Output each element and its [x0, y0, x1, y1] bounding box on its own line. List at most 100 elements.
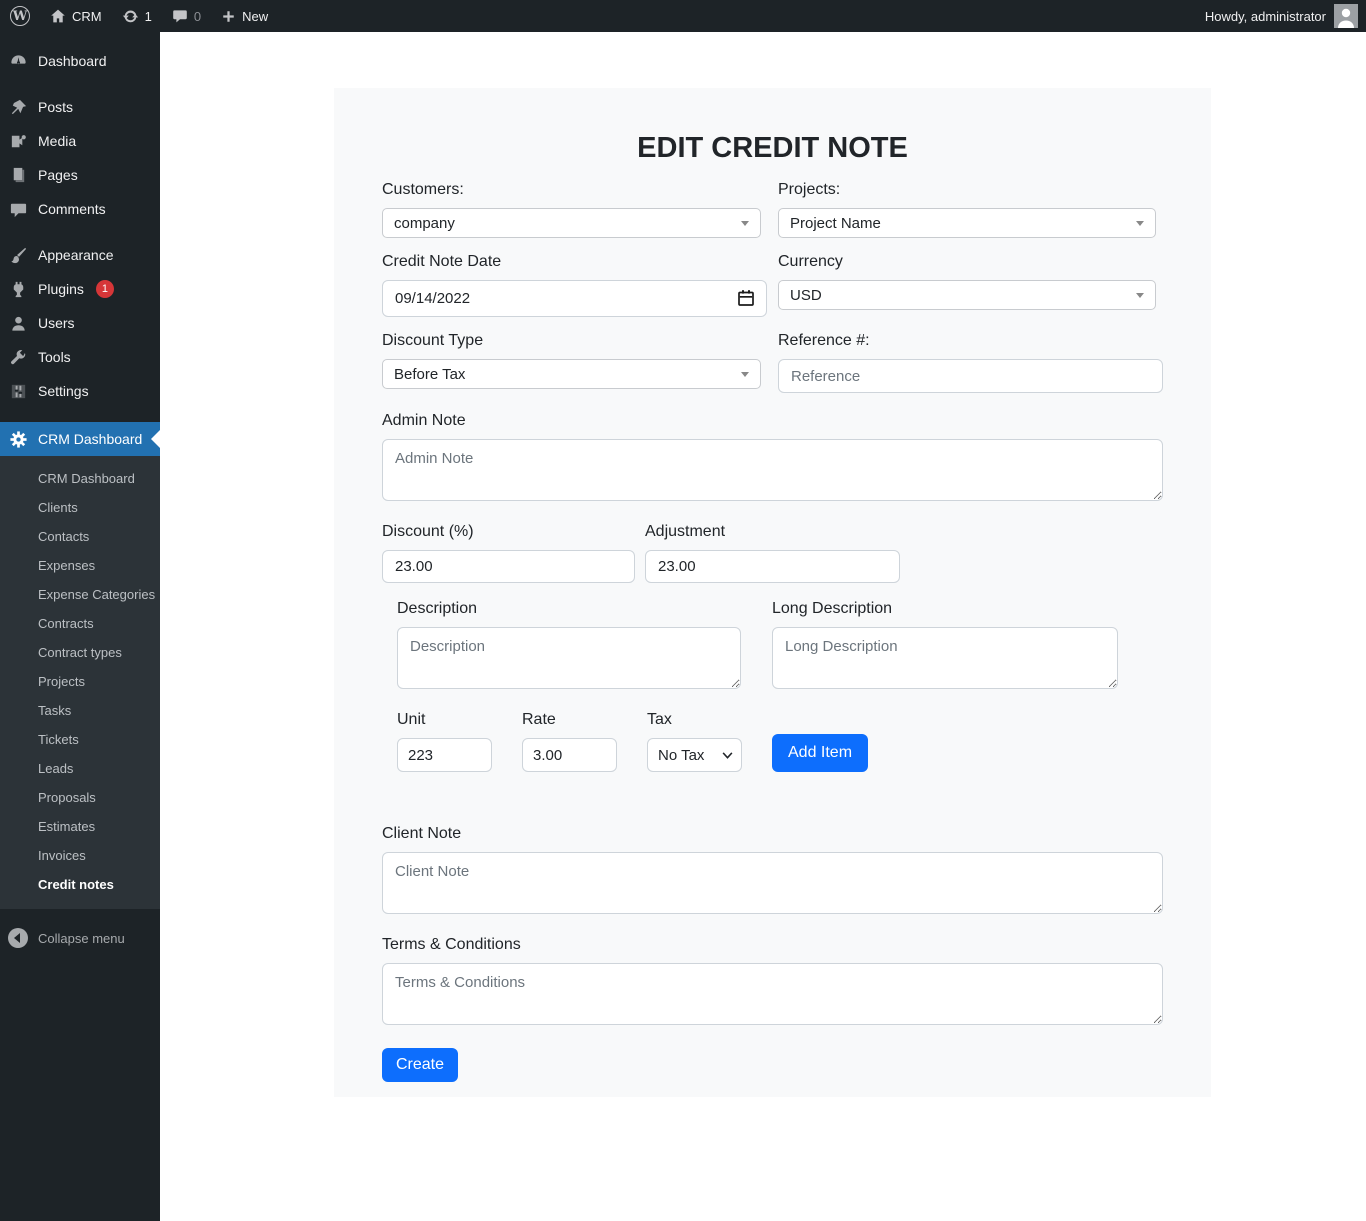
sidebar-label: Settings	[38, 383, 89, 399]
rate-label: Rate	[522, 710, 617, 730]
discount-type-label: Discount Type	[382, 331, 761, 351]
sidebar-item-posts[interactable]: Posts	[0, 90, 160, 124]
chevron-down-icon	[741, 221, 749, 226]
sidebar-item-dashboard[interactable]: Dashboard	[0, 44, 160, 78]
sidebar-item-users[interactable]: Users	[0, 306, 160, 340]
sidebar-item-pages[interactable]: Pages	[0, 158, 160, 192]
submenu-item-tickets[interactable]: Tickets	[0, 725, 160, 754]
tax-value: No Tax	[658, 747, 704, 764]
currency-select[interactable]: USD	[778, 280, 1156, 310]
projects-select[interactable]: Project Name	[778, 208, 1156, 238]
submenu-item-contract-types[interactable]: Contract types	[0, 638, 160, 667]
terms-textarea[interactable]	[382, 963, 1163, 1025]
user-icon	[8, 313, 28, 333]
submenu-item-invoices[interactable]: Invoices	[0, 841, 160, 870]
dashboard-icon	[8, 51, 28, 71]
unit-label: Unit	[397, 710, 492, 730]
sidebar-item-settings[interactable]: Settings	[0, 374, 160, 408]
comment-icon	[8, 199, 28, 219]
sidebar-label: Comments	[38, 201, 106, 217]
plus-icon	[221, 9, 236, 24]
collapse-menu-button[interactable]: Collapse menu	[0, 921, 160, 955]
site-name-link[interactable]: CRM	[40, 0, 112, 32]
plugins-update-badge: 1	[96, 280, 114, 298]
submenu-item-expenses[interactable]: Expenses	[0, 551, 160, 580]
calendar-icon[interactable]	[736, 288, 756, 313]
sidebar-item-media[interactable]: Media	[0, 124, 160, 158]
media-icon	[8, 131, 28, 151]
new-label: New	[242, 9, 268, 24]
submenu-item-tasks[interactable]: Tasks	[0, 696, 160, 725]
submenu-item-estimates[interactable]: Estimates	[0, 812, 160, 841]
avatar[interactable]	[1334, 4, 1358, 28]
updates-icon	[122, 8, 139, 25]
submenu-item-contracts[interactable]: Contracts	[0, 609, 160, 638]
customers-label: Customers:	[382, 180, 761, 200]
submenu-item-projects[interactable]: Projects	[0, 667, 160, 696]
sidebar-label: Media	[38, 133, 76, 149]
discount-type-value: Before Tax	[394, 366, 465, 383]
comments-count: 0	[194, 9, 201, 24]
collapse-menu-label: Collapse menu	[38, 931, 125, 946]
wordpress-logo-icon: W	[10, 6, 30, 26]
adjustment-label: Adjustment	[645, 522, 900, 542]
site-name-label: CRM	[72, 9, 102, 24]
discount-pct-input[interactable]	[382, 550, 635, 583]
description-textarea[interactable]	[397, 627, 741, 689]
customers-value: company	[394, 215, 455, 232]
long-description-textarea[interactable]	[772, 627, 1118, 689]
credit-note-date-input[interactable]	[382, 280, 767, 317]
reference-input[interactable]	[778, 359, 1163, 393]
wordpress-menu-button[interactable]: W	[0, 0, 40, 32]
submenu-item-clients[interactable]: Clients	[0, 493, 160, 522]
admin-bar: W CRM 1 0 New Howdy, administ	[0, 0, 1366, 32]
currency-value: USD	[790, 287, 822, 304]
submenu-item-crm-dashboard[interactable]: CRM Dashboard	[0, 464, 160, 493]
plugin-icon	[8, 279, 28, 299]
submenu-item-leads[interactable]: Leads	[0, 754, 160, 783]
adjustment-input[interactable]	[645, 550, 900, 583]
admin-note-textarea[interactable]	[382, 439, 1163, 501]
submenu-item-contacts[interactable]: Contacts	[0, 522, 160, 551]
credit-note-form-card: EDIT CREDIT NOTE Customers: company Proj…	[334, 88, 1211, 1097]
sidebar-item-tools[interactable]: Tools	[0, 340, 160, 374]
currency-label: Currency	[778, 252, 1163, 272]
discount-pct-label: Discount (%)	[382, 522, 635, 542]
sidebar-label: Posts	[38, 99, 73, 115]
sidebar-item-appearance[interactable]: Appearance	[0, 238, 160, 272]
tax-select[interactable]: No Tax	[647, 738, 742, 772]
main-content: EDIT CREDIT NOTE Customers: company Proj…	[160, 32, 1366, 1221]
unit-input[interactable]	[397, 738, 492, 772]
add-item-button[interactable]: Add Item	[772, 734, 868, 772]
create-button[interactable]: Create	[382, 1048, 458, 1082]
pages-icon	[8, 165, 28, 185]
customers-select[interactable]: company	[382, 208, 761, 238]
rate-input[interactable]	[522, 738, 617, 772]
howdy-text[interactable]: Howdy, administrator	[1205, 9, 1326, 24]
reference-label: Reference #:	[778, 331, 1163, 351]
sidebar-item-comments[interactable]: Comments	[0, 192, 160, 226]
sidebar-label: Pages	[38, 167, 78, 183]
updates-link[interactable]: 1	[112, 0, 162, 32]
discount-type-select[interactable]: Before Tax	[382, 359, 761, 389]
new-content-button[interactable]: New	[211, 0, 278, 32]
sidebar-label: Plugins	[38, 281, 84, 297]
chevron-down-icon	[741, 372, 749, 377]
sidebar-label: Dashboard	[38, 53, 107, 69]
pushpin-icon	[8, 97, 28, 117]
client-note-textarea[interactable]	[382, 852, 1163, 914]
submenu-item-proposals[interactable]: Proposals	[0, 783, 160, 812]
chevron-down-icon	[1136, 293, 1144, 298]
terms-label: Terms & Conditions	[382, 935, 1163, 955]
gear-icon	[8, 429, 28, 449]
submenu-item-expense-categories[interactable]: Expense Categories	[0, 580, 160, 609]
comments-link[interactable]: 0	[162, 0, 211, 32]
sidebar-label: Appearance	[38, 247, 114, 263]
tax-label: Tax	[647, 710, 742, 730]
item-section: Description Long Description Unit Rate	[397, 599, 1163, 772]
client-note-label: Client Note	[382, 824, 1163, 844]
submenu-item-credit-notes[interactable]: Credit notes	[0, 870, 160, 899]
sidebar-label: CRM Dashboard	[38, 431, 142, 447]
sidebar-item-plugins[interactable]: Plugins 1	[0, 272, 160, 306]
sidebar-item-crm-dashboard[interactable]: CRM Dashboard	[0, 422, 160, 456]
